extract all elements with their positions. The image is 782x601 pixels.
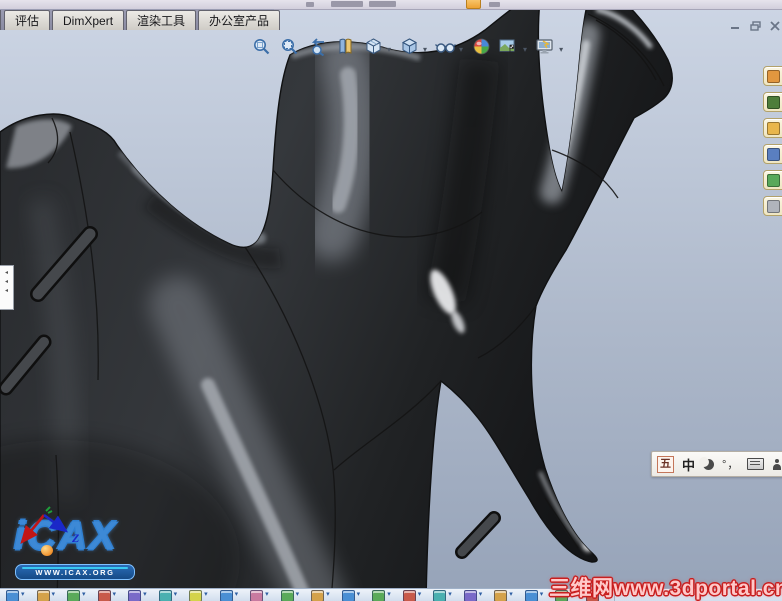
icax-logo-url: WWW.ICAX.ORG <box>15 564 135 580</box>
tool-menu-icon[interactable] <box>772 458 782 470</box>
tab-office-products[interactable]: 办公室产品 <box>198 10 281 30</box>
toolbar-flyout-icon[interactable]: ▾ <box>67 590 86 601</box>
section-view-icon[interactable] <box>334 35 356 57</box>
toolbar-flyout-icon[interactable]: ▾ <box>372 590 391 601</box>
toolbar-flyout-icon[interactable]: ▾ <box>280 590 299 601</box>
toolbar-flyout-icon[interactable]: ▾ <box>463 590 482 601</box>
app-window: 评估 DimXpert 渲染工具 办公室产品 ▾ ▾ ▾ ▾ ▾ ◂ ◂ ◂ 五… <box>0 0 782 601</box>
task-pane-tab-strip <box>763 66 782 222</box>
view-settings-icon[interactable] <box>534 35 556 57</box>
close-icon[interactable] <box>769 20 780 31</box>
minimize-icon[interactable] <box>729 20 742 31</box>
zoom-to-fit-icon[interactable] <box>250 35 272 57</box>
hide-show-items-icon[interactable] <box>434 35 456 57</box>
zoom-to-area-icon[interactable] <box>278 35 300 57</box>
toolbar-flyout-icon[interactable]: ▾ <box>158 590 177 601</box>
hide-show-items-dropdown-caret[interactable]: ▾ <box>459 45 463 54</box>
appearances-scenes-icon[interactable] <box>763 170 782 190</box>
view-settings-dropdown-caret[interactable]: ▾ <box>559 45 563 54</box>
triad-z-axis <box>43 513 69 533</box>
ime-punctuation-toggle[interactable]: °， <box>722 456 739 472</box>
toolbar-flyout-icon[interactable]: ▾ <box>219 590 238 601</box>
toolbar-flyout-icon[interactable]: ▾ <box>36 590 55 601</box>
apply-scene-icon[interactable] <box>498 35 520 57</box>
previous-view-icon[interactable] <box>306 35 328 57</box>
heads-up-view-toolbar: ▾ ▾ ▾ ▾ ▾ <box>250 34 570 58</box>
command-manager-tab-bar: 评估 DimXpert 渲染工具 办公室产品 <box>0 9 281 30</box>
triad-z-label: Z <box>71 531 80 545</box>
solidworks-resources-home-icon[interactable] <box>763 66 782 86</box>
toolbar-fragment <box>306 2 314 7</box>
display-style-icon[interactable] <box>398 35 420 57</box>
custom-properties-icon[interactable] <box>763 196 782 216</box>
toolbar-flyout-icon[interactable]: ▾ <box>189 590 208 601</box>
toolbar-fragment <box>489 2 500 7</box>
toolbar-flyout-icon[interactable]: ▾ <box>524 590 543 601</box>
view-palette-icon[interactable] <box>763 144 782 164</box>
toolbar-fragment <box>331 1 363 7</box>
tab-render-tools[interactable]: 渲染工具 <box>126 10 197 30</box>
apply-scene-dropdown-caret[interactable]: ▾ <box>523 45 527 54</box>
tab-evaluate[interactable]: 评估 <box>4 10 51 30</box>
edit-appearance-icon[interactable] <box>470 35 492 57</box>
open-folder-icon <box>466 0 481 9</box>
toolbar-flyout-icon[interactable]: ▾ <box>6 590 25 601</box>
site-watermark: 三维网www.3dportal.cn <box>549 577 782 600</box>
toolbar-flyout-icon[interactable]: ▾ <box>311 590 330 601</box>
display-style-dropdown-caret[interactable]: ▾ <box>423 45 427 54</box>
toolbar-flyout-icon[interactable]: ▾ <box>97 590 116 601</box>
full-half-shape-moon-icon[interactable] <box>699 456 715 470</box>
restore-icon[interactable] <box>749 20 762 31</box>
ime-language-bar: 五 中 °， <box>651 451 782 477</box>
toolbar-fragment <box>369 1 396 7</box>
graphics-viewport[interactable] <box>0 0 782 601</box>
toolbar-flyout-icon[interactable]: ▾ <box>494 590 513 601</box>
tab-partial[interactable] <box>0 10 1 30</box>
bottom-toolbar-icons: ▾ ▾ ▾ ▾ ▾ ▾ ▾ ▾ ▾ ▾ ▾ ▾ ▾ ▾ ▾ ▾ ▾ ▾ ▾ ▾ <box>0 589 610 601</box>
triad-x-axis <box>20 514 46 545</box>
soft-keyboard-icon[interactable] <box>747 458 765 470</box>
view-orientation-icon[interactable] <box>362 35 384 57</box>
toolbar-flyout-icon[interactable]: ▾ <box>128 590 147 601</box>
toolbar-flyout-icon[interactable]: ▾ <box>250 590 269 601</box>
design-library-icon[interactable] <box>763 92 782 112</box>
coordinate-triad: Z <box>20 506 80 545</box>
ime-language-toggle[interactable]: 中 <box>682 455 695 474</box>
tab-dimxpert[interactable]: DimXpert <box>52 10 125 30</box>
left-edge-mini-panel[interactable]: ◂ ◂ ◂ <box>0 265 14 310</box>
toolbar-flyout-icon[interactable]: ▾ <box>433 590 452 601</box>
view-orientation-dropdown-caret[interactable]: ▾ <box>387 45 391 54</box>
triad-y-axis <box>45 506 53 514</box>
toolbar-flyout-icon[interactable]: ▾ <box>341 590 360 601</box>
file-explorer-folder-icon[interactable] <box>763 118 782 138</box>
toolbar-flyout-icon[interactable]: ▾ <box>402 590 421 601</box>
ime-input-method-icon[interactable]: 五 <box>657 455 674 473</box>
window-controls <box>729 20 780 31</box>
